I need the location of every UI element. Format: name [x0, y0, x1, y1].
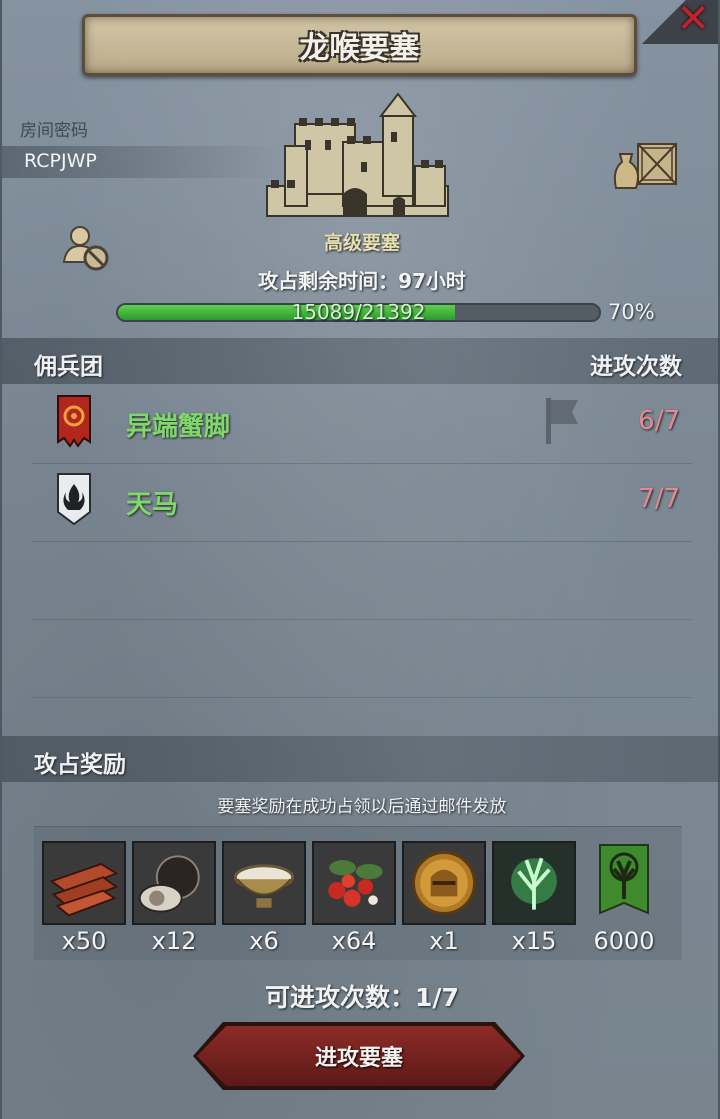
remaining-attempts: 可进攻次数：1/7: [265, 983, 459, 1012]
berries-icon: [314, 843, 394, 923]
attack-fortress-label: 进攻要塞: [314, 1046, 403, 1071]
reward-quantity: 6000: [593, 927, 655, 955]
mercenary-name: 天马: [126, 490, 179, 520]
reward-item[interactable]: x50: [42, 841, 126, 961]
reward-quantity: x12: [151, 927, 197, 955]
mercenary-row[interactable]: 天马 7/7: [32, 464, 692, 542]
reward-quantity: x64: [331, 927, 377, 955]
close-button[interactable]: ✕: [634, 0, 718, 44]
close-icon[interactable]: ✕: [676, 0, 710, 42]
mercenary-section-title: 佣兵团: [34, 354, 103, 380]
loot-crate-icon[interactable]: [612, 138, 680, 190]
green-crystal-tree-icon: [494, 843, 574, 923]
capture-progress-value: 15089/21392: [291, 300, 426, 324]
reward-quantity: x50: [61, 927, 107, 955]
attack-fortress-button[interactable]: 进攻要塞: [197, 1026, 521, 1086]
fortress-level-label: 高级要塞: [323, 232, 400, 254]
empty-mercenary-slot: [32, 620, 692, 698]
reward-section-title: 攻占奖励: [34, 752, 126, 778]
fortress-panel: ✕ 龙喉要塞 房间密码 RCPJWP 高级要塞 攻占剩余时间：97小时 1508…: [0, 0, 720, 1119]
reward-section-header: 攻占奖励: [2, 736, 720, 782]
flag-icon: [546, 398, 578, 444]
knight-helmet-coin-icon: [404, 843, 484, 923]
truffle-icon: [134, 843, 214, 923]
room-password-value[interactable]: RCPJWP: [24, 150, 97, 172]
mercenary-attack-count: 6/7: [638, 406, 680, 436]
reward-item[interactable]: x12: [132, 841, 216, 961]
reward-item[interactable]: 6000: [582, 841, 666, 961]
attack-count-column-title: 进攻次数: [590, 354, 682, 380]
mercenary-attack-count: 7/7: [638, 484, 680, 514]
reward-item[interactable]: x64: [312, 841, 396, 961]
page-title: 龙喉要塞: [299, 31, 420, 66]
reward-quantity: x1: [429, 927, 459, 955]
mercenary-row[interactable]: 异端蟹脚 6/7: [32, 386, 692, 464]
flame-shield-banner-icon: [57, 473, 91, 526]
room-password-label: 房间密码: [20, 121, 88, 141]
mercenary-name: 异端蟹脚: [126, 412, 231, 442]
reward-quantity: x6: [249, 927, 279, 955]
fire-eye-banner-icon: [57, 395, 91, 448]
capture-time-remaining: 攻占剩余时间：97小时: [258, 269, 466, 293]
fortress-castle-icon: [266, 92, 449, 217]
reward-list: x50 x12 x6 x64 x1 x15 6000: [34, 826, 682, 960]
reward-item[interactable]: x6: [222, 841, 306, 961]
reward-item[interactable]: x1: [402, 841, 486, 961]
reward-quantity: x15: [511, 927, 557, 955]
capture-progress-percent: 70%: [608, 300, 655, 324]
salt-bowl-icon: [224, 843, 304, 923]
tree-banner-icon: [599, 844, 649, 915]
mercenary-section-header: 佣兵团 进攻次数: [2, 338, 720, 384]
reward-item[interactable]: x15: [492, 841, 576, 961]
empty-mercenary-slot: [32, 542, 692, 620]
wood-planks-icon: [44, 843, 124, 923]
reward-mail-note: 要塞奖励在成功占领以后通过邮件发放: [217, 797, 507, 817]
title-plate: 龙喉要塞: [82, 14, 637, 76]
